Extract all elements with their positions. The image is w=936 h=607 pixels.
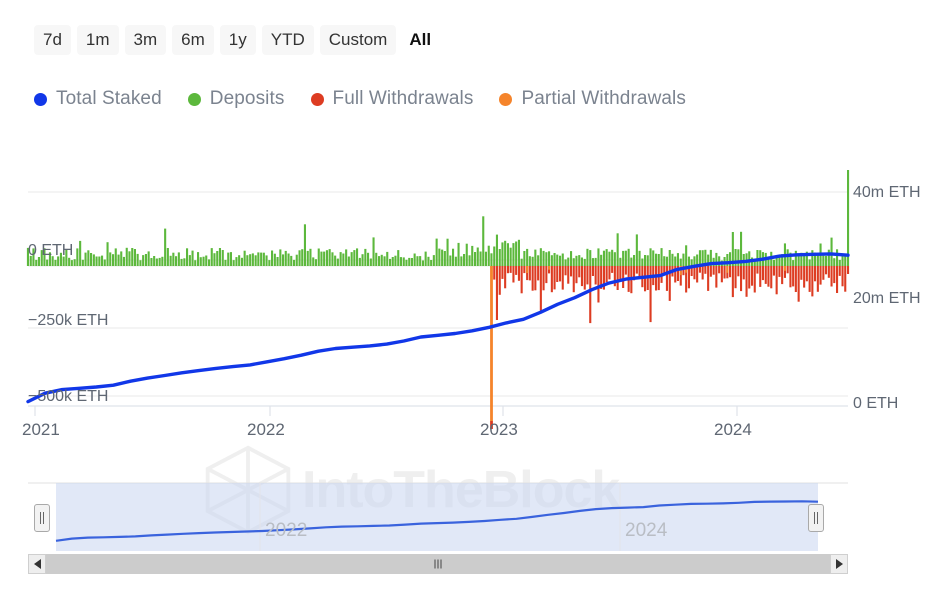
navigator-year-2022: 2022 <box>265 520 308 541</box>
x-tick-2022: 2022 <box>247 420 285 439</box>
legend-label-total-staked: Total Staked <box>56 88 162 109</box>
chart-navigator[interactable]: 2022 2024 <box>0 478 936 578</box>
legend-item-total-staked[interactable]: Total Staked <box>34 88 162 110</box>
range-button-6m[interactable]: 6m <box>172 25 214 56</box>
navigator-selection-mask <box>56 483 818 551</box>
legend-item-partial-withdrawals[interactable]: Partial Withdrawals <box>499 88 686 110</box>
y-left-tick-1: −250k ETH <box>28 312 109 329</box>
legend-dot-icon-partial-withdrawals <box>499 92 513 106</box>
legend-label-deposits: Deposits <box>209 88 285 109</box>
legend-dot-icon-deposits <box>187 92 201 106</box>
y-left-tick-2: −500k ETH <box>28 388 109 405</box>
legend-item-deposits[interactable]: Deposits <box>187 88 285 110</box>
grip-line <box>817 512 818 524</box>
navigator-handle-right[interactable] <box>808 504 824 532</box>
legend-dot-icon-total-staked <box>34 92 47 106</box>
legend-dot-icon-full-withdrawals <box>310 92 324 106</box>
y-left-tick-0: 0 ETH <box>28 242 74 259</box>
range-button-7d[interactable]: 7d <box>34 25 71 56</box>
navigator-track[interactable]: 2022 2024 <box>28 482 848 551</box>
main-chart[interactable]: IntoTheBlock <box>0 170 936 535</box>
staking-chart-page: 7d 1m 3m 6m 1y YTD Custom All Total Stak… <box>0 0 936 607</box>
range-button-custom[interactable]: Custom <box>319 25 397 56</box>
x-tick-2021: 2021 <box>22 420 60 439</box>
navigator-canvas <box>28 482 848 551</box>
scroll-left-button[interactable] <box>28 554 46 574</box>
navigator-handle-left[interactable] <box>34 504 50 532</box>
arrow-left-icon <box>33 559 41 569</box>
gridlines <box>28 191 848 397</box>
y-right-tick-1: 20m ETH <box>853 290 921 307</box>
arrow-right-icon <box>835 559 843 569</box>
range-button-3m[interactable]: 3m <box>124 25 167 56</box>
bar-series-group <box>26 170 850 429</box>
x-axis-ticks <box>34 406 738 416</box>
y-right-tick-0: 40m ETH <box>853 184 921 201</box>
scroll-right-button[interactable] <box>830 554 848 574</box>
x-tick-2023: 2023 <box>480 420 518 439</box>
range-button-1y[interactable]: 1y <box>219 25 256 56</box>
grip-line <box>43 512 44 524</box>
plot-canvas[interactable] <box>0 170 936 460</box>
scrollbar-grip-icon <box>434 559 442 569</box>
navigator-year-2024: 2024 <box>625 520 668 541</box>
chart-legend: Total Staked Deposits Full Withdrawals P… <box>34 88 712 110</box>
grip-line <box>814 512 815 524</box>
x-tick-2024: 2024 <box>714 420 752 439</box>
range-selector: 7d 1m 3m 6m 1y YTD Custom All <box>34 25 438 56</box>
range-button-1m[interactable]: 1m <box>76 25 119 56</box>
legend-label-full-withdrawals: Full Withdrawals <box>332 88 474 109</box>
range-button-all[interactable]: All <box>402 25 438 55</box>
grip-line <box>40 512 41 524</box>
legend-label-partial-withdrawals: Partial Withdrawals <box>521 88 686 109</box>
y-right-tick-2: 0 ETH <box>853 395 899 412</box>
navigator-scrollbar[interactable] <box>28 554 848 574</box>
range-button-ytd[interactable]: YTD <box>261 25 314 56</box>
scrollbar-thumb[interactable] <box>46 554 830 574</box>
legend-item-full-withdrawals[interactable]: Full Withdrawals <box>310 88 474 110</box>
